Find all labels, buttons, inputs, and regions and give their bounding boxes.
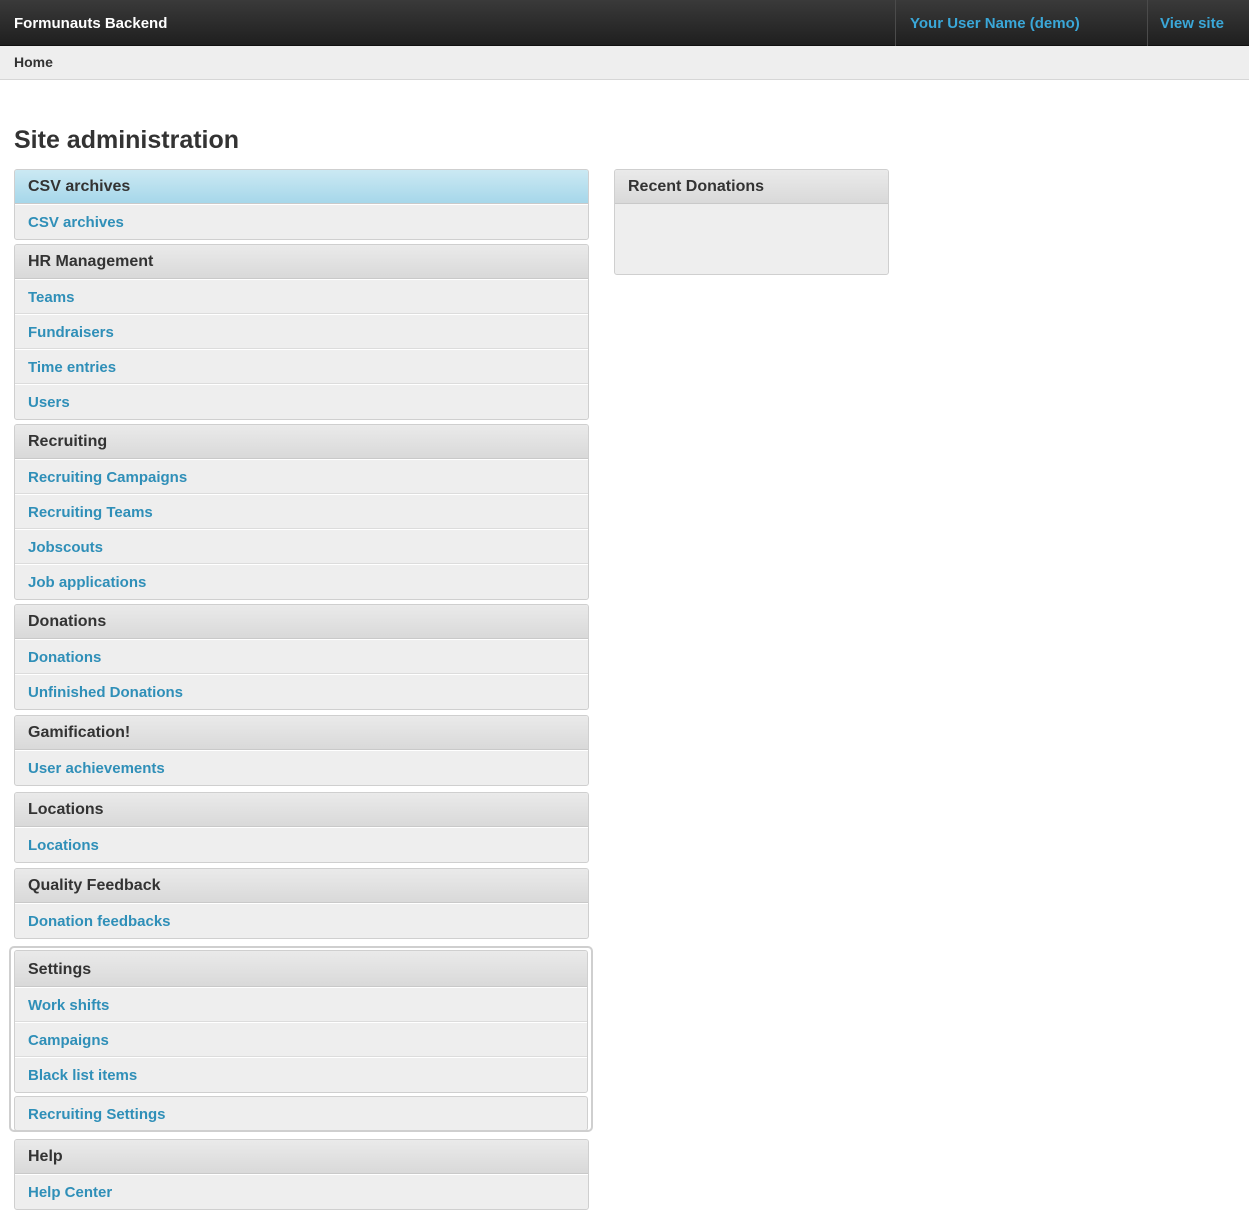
module-header-help[interactable]: Help	[15, 1140, 588, 1174]
module-csv-archives: CSV archives CSV archives	[14, 169, 589, 240]
module-settings: Settings Work shifts Campaigns Black lis…	[9, 946, 593, 1132]
link-help-center[interactable]: Help Center	[15, 1174, 588, 1209]
link-black-list-items[interactable]: Black list items	[15, 1057, 587, 1092]
breadcrumb: Home	[0, 46, 1249, 80]
module-header-locations[interactable]: Locations	[15, 793, 588, 827]
module-help: Help Help Center	[14, 1139, 589, 1210]
link-locations[interactable]: Locations	[15, 827, 588, 862]
link-user-achievements[interactable]: User achievements	[15, 750, 588, 785]
module-header-recruiting[interactable]: Recruiting	[15, 425, 588, 459]
module-header-gamification[interactable]: Gamification!	[15, 716, 588, 750]
module-header-csv-archives[interactable]: CSV archives	[15, 170, 588, 204]
module-donations: Donations Donations Unfinished Donations	[14, 604, 589, 710]
link-recruiting-settings[interactable]: Recruiting Settings	[14, 1096, 588, 1131]
module-locations: Locations Locations	[14, 792, 589, 863]
user-menu[interactable]: Your User Name (demo)	[895, 0, 1148, 46]
module-hr-management: HR Management Teams Fundraisers Time ent…	[14, 244, 589, 420]
module-header-settings[interactable]: Settings	[15, 951, 587, 987]
top-navbar: Formunauts Backend Your User Name (demo)…	[0, 0, 1249, 46]
module-header-hr-management[interactable]: HR Management	[15, 245, 588, 279]
module-gamification: Gamification! User achievements	[14, 715, 589, 786]
link-fundraisers[interactable]: Fundraisers	[15, 314, 588, 349]
link-job-applications[interactable]: Job applications	[15, 564, 588, 599]
link-teams[interactable]: Teams	[15, 279, 588, 314]
link-campaigns[interactable]: Campaigns	[15, 1022, 587, 1057]
view-site-link[interactable]: View site	[1160, 15, 1224, 32]
link-recruiting-campaigns[interactable]: Recruiting Campaigns	[15, 459, 588, 494]
link-csv-archives[interactable]: CSV archives	[15, 204, 588, 239]
module-quality-feedback: Quality Feedback Donation feedbacks	[14, 868, 589, 939]
module-header-quality-feedback[interactable]: Quality Feedback	[15, 869, 588, 903]
recent-donations-panel: Recent Donations	[614, 169, 889, 275]
settings-main-group: Settings Work shifts Campaigns Black lis…	[14, 950, 588, 1093]
brand-title[interactable]: Formunauts Backend	[14, 15, 167, 32]
link-users[interactable]: Users	[15, 384, 588, 419]
page-title: Site administration	[14, 126, 240, 154]
link-donations[interactable]: Donations	[15, 639, 588, 674]
link-jobscouts[interactable]: Jobscouts	[15, 529, 588, 564]
link-recruiting-teams[interactable]: Recruiting Teams	[15, 494, 588, 529]
link-donation-feedbacks[interactable]: Donation feedbacks	[15, 903, 588, 938]
module-recruiting: Recruiting Recruiting Campaigns Recruiti…	[14, 424, 589, 600]
breadcrumb-home[interactable]: Home	[14, 54, 53, 70]
link-unfinished-donations[interactable]: Unfinished Donations	[15, 674, 588, 709]
module-header-donations[interactable]: Donations	[15, 605, 588, 639]
link-time-entries[interactable]: Time entries	[15, 349, 588, 384]
recent-donations-title: Recent Donations	[615, 170, 888, 204]
link-work-shifts[interactable]: Work shifts	[15, 987, 587, 1022]
